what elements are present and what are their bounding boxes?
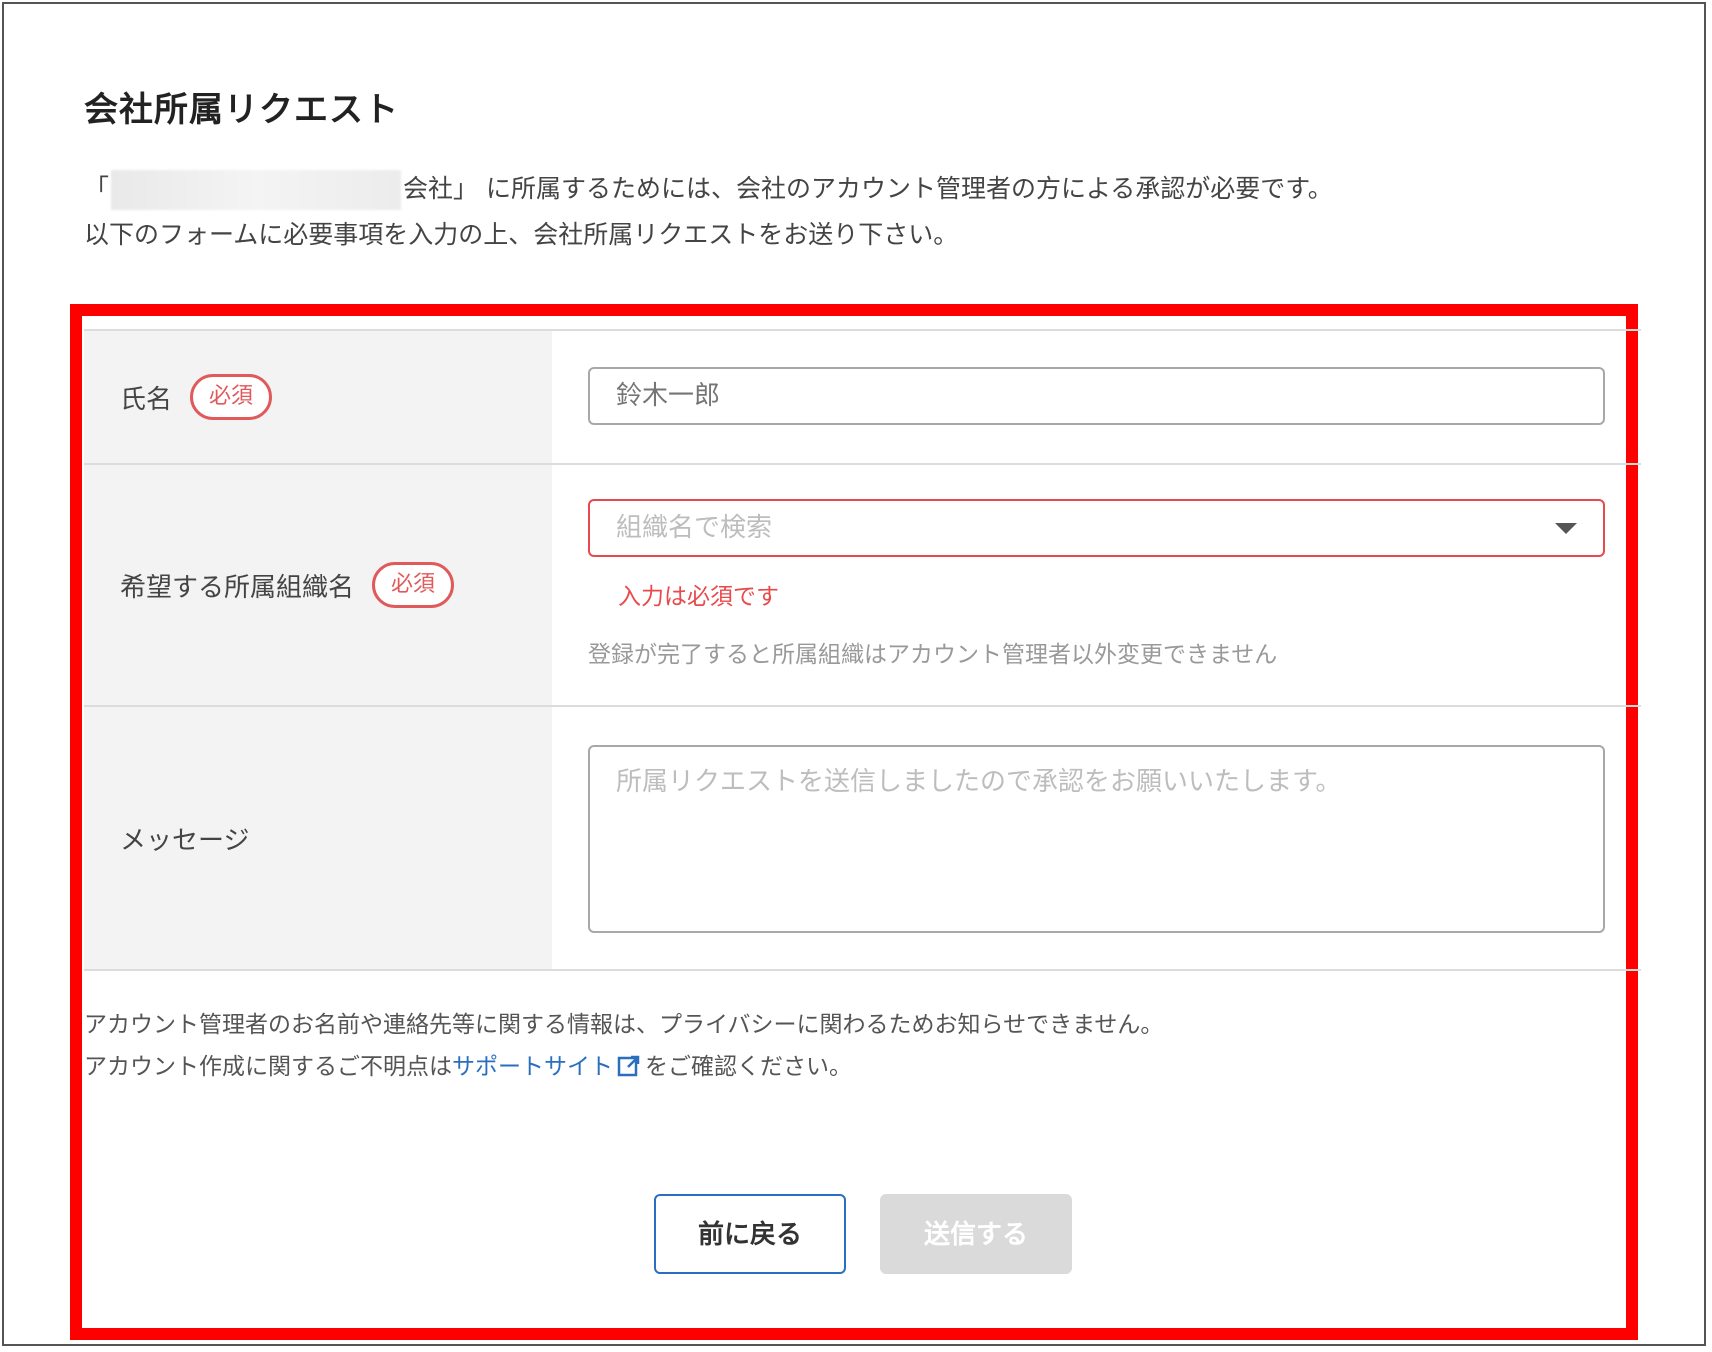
org-error-message: 入力は必須です [618, 584, 779, 610]
send-button[interactable]: 送信する [880, 1194, 1072, 1274]
form-row-org: 希望する所属組織名 必須 組織名で検索 入力は必須です 登録が完了すると所属組織… [84, 465, 1641, 707]
intro-line-1: 「 会社」 に所属するためには、会社のアカウント管理者の方による承認が必要です。 [84, 166, 1584, 212]
external-link-icon[interactable] [617, 1054, 641, 1078]
support-note-suffix: をご確認ください。 [645, 1054, 852, 1080]
notes: アカウント管理者のお名前や連絡先等に関する情報は、プライバシーに関わるためお知ら… [84, 1004, 1163, 1088]
intro-line-2: 以下のフォームに必要事項を入力の上、会社所属リクエストをお送り下さい。 [84, 220, 959, 249]
name-label: 氏名 [120, 384, 173, 415]
intro-line-1-rest: に所属するためには、会社のアカウント管理者の方による承認が必要です。 [478, 174, 1333, 203]
support-site-link-text[interactable]: サポートサイト [452, 1054, 613, 1080]
org-search-select[interactable]: 組織名で検索 [588, 499, 1605, 557]
support-note-prefix: アカウント作成に関するご不明点は [84, 1054, 452, 1080]
required-badge: 必須 [190, 374, 273, 420]
message-placeholder: 所属リクエストを送信しましたので承認をお願いいたします。 [616, 767, 1342, 797]
intro-text: 「会社」 に所属するためには、会社のアカウント管理者の方による承認が必要です。 … [84, 166, 1584, 258]
intro-open-bracket: 「 [84, 174, 110, 203]
back-button[interactable]: 前に戻る [654, 1194, 846, 1274]
name-field-cell [552, 331, 1641, 463]
screenshot-frame: 会社所属リクエスト 「 会社」 に所属するためには、会社のアカウント管理者の方によ… [2, 2, 1706, 1346]
required-badge: 必須 [372, 562, 455, 608]
message-label: メッセージ [120, 825, 250, 856]
page-title: 会社所属リクエスト [84, 90, 399, 130]
support-site-link[interactable]: サポートサイト [452, 1054, 645, 1080]
privacy-note: アカウント管理者のお名前や連絡先等に関する情報は、プライバシーに関わるためお知ら… [84, 1012, 1164, 1038]
message-field-cell: 所属リクエストを送信しましたので承認をお願いいたします。 [552, 707, 1641, 969]
form-row-name: 氏名 必須 [84, 331, 1641, 465]
org-search-placeholder: 組織名で検索 [616, 513, 773, 543]
request-form: 氏名 必須 希望する所属組織名 必須 組織名で検索 入力は必須です 登録が完了す… [84, 329, 1641, 971]
org-field-cell: 組織名で検索 入力は必須です 登録が完了すると所属組織はアカウント管理者以外変更… [552, 465, 1641, 705]
org-label-cell: 希望する所属組織名 必須 [84, 465, 552, 705]
message-label-cell: メッセージ [84, 707, 552, 969]
name-label-cell: 氏名 必須 [84, 331, 552, 463]
name-input[interactable] [588, 367, 1605, 425]
form-row-message: メッセージ 所属リクエストを送信しましたので承認をお願いいたします。 [84, 707, 1641, 971]
chevron-down-icon[interactable] [1555, 523, 1577, 534]
org-help-text: 登録が完了すると所属組織はアカウント管理者以外変更できません [588, 642, 1278, 668]
support-note: アカウント作成に関するご不明点はサポートサイト をご確認ください。 [84, 1046, 1163, 1088]
message-textarea[interactable]: 所属リクエストを送信しましたので承認をお願いいたします。 [588, 745, 1605, 933]
org-label: 希望する所属組織名 [120, 572, 355, 603]
redacted-company-name [111, 170, 402, 210]
intro-company-suffix: 会社」 [403, 174, 479, 203]
